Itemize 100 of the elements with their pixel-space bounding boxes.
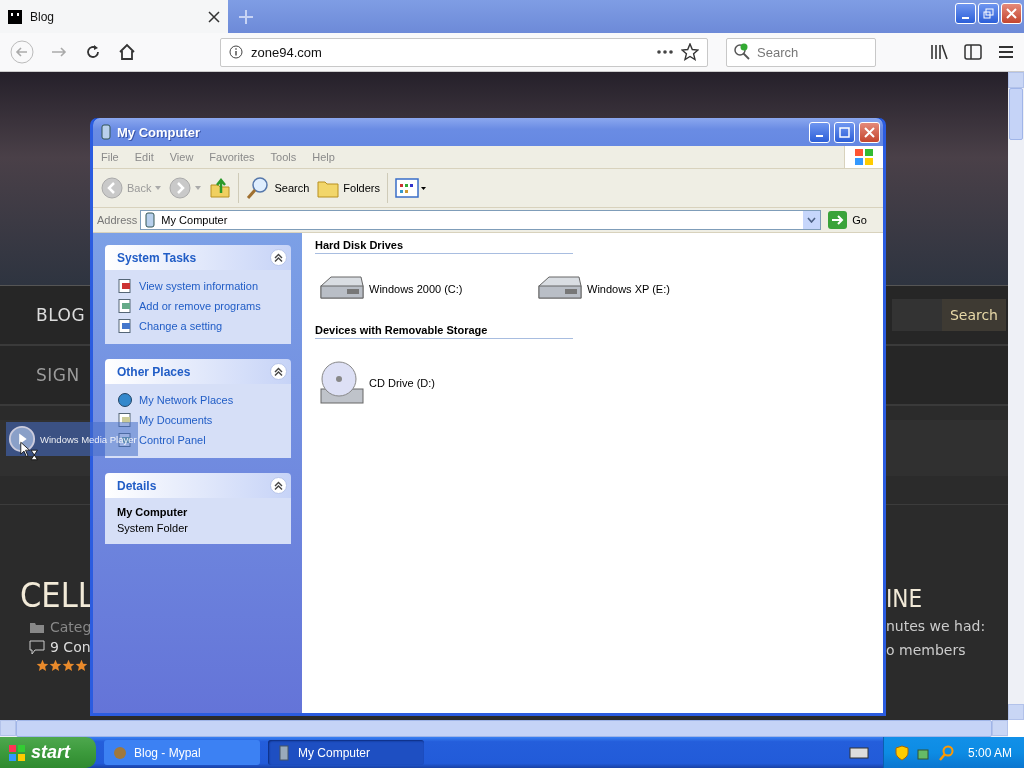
panel-title: Details [117, 478, 157, 493]
reload-icon [84, 43, 102, 61]
close-icon[interactable] [208, 10, 220, 23]
search-button[interactable]: Search [242, 174, 314, 202]
double-chevron-icon [274, 253, 283, 262]
collapse-button[interactable] [270, 249, 287, 266]
url-text: zone94.com [251, 44, 323, 60]
menu-item[interactable]: Edit [126, 151, 162, 163]
restore-button[interactable] [978, 3, 999, 24]
globe-icon [117, 392, 133, 408]
search-button[interactable]: Search [941, 299, 1006, 331]
browser-icon [112, 744, 128, 761]
keyboard-icon[interactable] [848, 745, 869, 760]
detail-name: My Computer [117, 506, 189, 518]
star-icon [36, 659, 49, 672]
menu-item[interactable]: Favorites [201, 151, 263, 163]
address-label: Address [97, 214, 138, 226]
start-button[interactable]: start [0, 737, 96, 768]
browser-tab[interactable]: Blog [0, 0, 228, 33]
taskbar-button[interactable]: Blog - Mypal [104, 740, 260, 765]
double-chevron-icon [274, 481, 283, 490]
menu-item[interactable]: Tools [262, 151, 305, 163]
star-icon [49, 659, 62, 672]
task-link[interactable]: My Documents [139, 414, 213, 426]
collapse-button[interactable] [270, 477, 287, 494]
drive-item[interactable]: Windows XP (E:) [535, 274, 753, 304]
panel-title: System Tasks [117, 250, 197, 265]
sidebar-icon [964, 44, 982, 60]
comment-icon [29, 639, 45, 655]
sidebar-text: o members [886, 641, 967, 660]
minimize-icon [816, 135, 823, 137]
group-heading: Hard Disk Drives [315, 239, 573, 254]
sidebar-heading: INE [886, 585, 924, 613]
menu-item[interactable]: Help [304, 151, 343, 163]
folder-icon [317, 178, 340, 198]
document-icon [117, 412, 133, 428]
disc-box-icon [117, 298, 133, 314]
windows-logo-icon [8, 743, 26, 762]
shield-icon[interactable] [893, 744, 910, 761]
drive-item[interactable]: CD Drive (D:) [317, 359, 535, 407]
taskbar-button[interactable]: My Computer [268, 740, 424, 765]
window-title: My Computer [117, 124, 202, 140]
clock: 5:00 AM [967, 745, 1012, 760]
restore-icon [983, 8, 994, 19]
drive-item[interactable]: Windows 2000 (C:) [317, 274, 535, 304]
task-link[interactable]: Add or remove programs [139, 300, 261, 312]
site-favicon [8, 9, 22, 24]
url-bar[interactable]: zone94.com [220, 37, 708, 67]
tab-title: Blog [30, 9, 56, 24]
collapse-button[interactable] [270, 363, 287, 380]
double-chevron-icon [274, 367, 283, 376]
menu-item[interactable]: File [93, 151, 127, 163]
vertical-scrollbar[interactable] [1008, 72, 1024, 720]
task-link[interactable]: View system information [139, 280, 258, 292]
star-icon [62, 659, 75, 672]
views-icon [395, 178, 427, 198]
library-icon [930, 44, 948, 60]
folders-button[interactable]: Folders [313, 176, 384, 200]
computer-icon [99, 123, 113, 141]
menu-item[interactable]: View [161, 151, 202, 163]
close-button[interactable] [859, 121, 880, 143]
dropdown-button[interactable] [803, 211, 821, 229]
nav-link[interactable]: SIGN [36, 365, 80, 385]
close-icon [864, 126, 875, 138]
cd-drive-icon [317, 359, 365, 407]
star-icon [75, 659, 88, 672]
caret-icon [155, 186, 162, 190]
address-field[interactable]: My Computer [140, 210, 822, 230]
go-button[interactable]: Go [824, 211, 881, 229]
site-search-field[interactable] [891, 299, 942, 331]
folder-icon [29, 620, 45, 634]
minimize-icon [962, 16, 969, 19]
task-link[interactable]: My Network Places [139, 394, 234, 406]
post-meta: Categ [50, 619, 92, 635]
sidebar-text: nutes we had: [886, 617, 987, 636]
horizontal-scrollbar[interactable] [0, 720, 1024, 737]
nav-link[interactable]: BLOG [36, 305, 86, 325]
star-icon[interactable] [681, 43, 699, 61]
home-icon [118, 43, 136, 61]
info-icon [229, 45, 243, 59]
drag-preview: Windows Media Player [6, 422, 138, 456]
close-button[interactable] [1001, 3, 1022, 24]
task-link[interactable]: Control Panel [139, 434, 206, 446]
folder-up-icon [209, 177, 232, 199]
maximize-icon [839, 126, 850, 138]
busy-cursor-icon [20, 440, 39, 462]
pencil-page-icon [117, 318, 133, 334]
search-icon [246, 176, 271, 200]
chevron-down-icon [807, 217, 817, 223]
search-field[interactable]: Search [726, 37, 876, 67]
more-icon[interactable] [657, 50, 673, 54]
panel-title: Other Places [117, 364, 191, 379]
maximize-button[interactable] [834, 121, 855, 143]
minimize-button[interactable] [809, 121, 830, 143]
detail-type: System Folder [117, 522, 189, 534]
menu-icon [998, 45, 1014, 59]
minimize-button[interactable] [955, 3, 976, 24]
caret-icon [195, 186, 202, 190]
task-link[interactable]: Change a setting [139, 320, 223, 332]
group-heading: Devices with Removable Storage [315, 324, 573, 339]
